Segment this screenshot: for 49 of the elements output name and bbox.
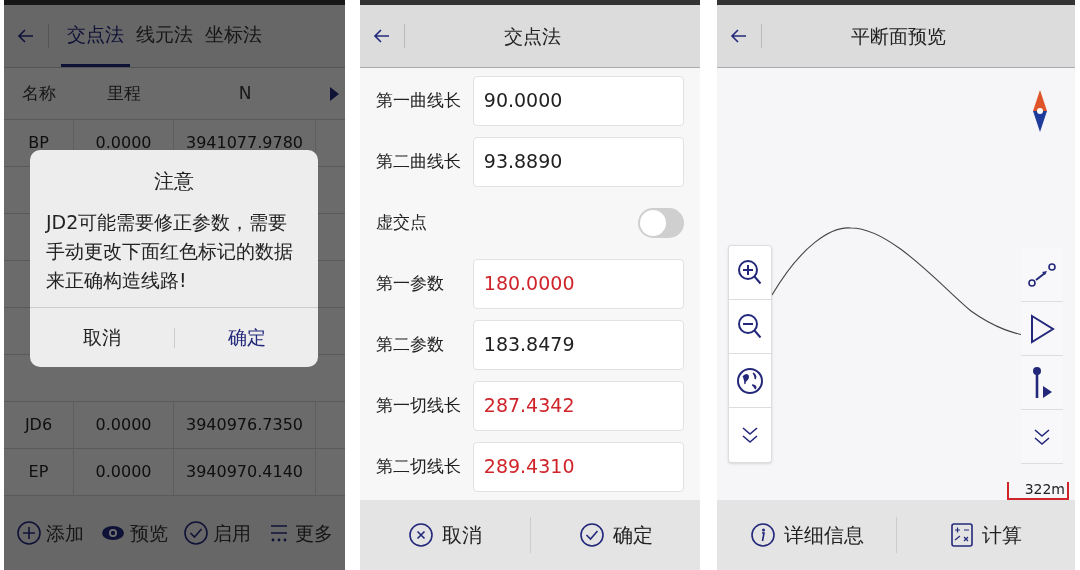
- info-icon: [749, 522, 776, 548]
- dialog-message: JD2可能需要修正参数，需要手动更改下面红色标记的数据来正确构造线路!: [44, 210, 294, 293]
- toggle-switch[interactable]: [638, 207, 684, 238]
- tab[interactable]: 线元法: [130, 5, 199, 67]
- table-cell: 3940976.7350: [174, 402, 316, 448]
- check-circle-icon: [578, 522, 605, 548]
- field-label: 第二参数: [376, 332, 445, 356]
- screen-title: 交点法: [503, 23, 562, 49]
- table-cell: 0.0000: [74, 402, 174, 448]
- action-button[interactable]: 详细信息: [717, 520, 896, 550]
- table-cell: 0.0000: [74, 449, 174, 495]
- action-button[interactable]: 计算: [897, 520, 1075, 550]
- field-label: 第二切线长: [376, 454, 462, 478]
- toolbar-button[interactable]: 更多: [267, 518, 334, 548]
- field-label: 虚交点: [376, 210, 427, 234]
- toolbar-button[interactable]: 启用: [183, 518, 252, 548]
- field-label: 第一参数: [376, 271, 445, 295]
- compass-icon: [1033, 90, 1047, 132]
- right-triangle-icon[interactable]: [330, 86, 339, 101]
- scale-label: 322m: [1024, 482, 1066, 498]
- action-button[interactable]: 取消: [360, 520, 530, 550]
- column-header: N: [237, 81, 253, 105]
- check-circle-icon: [183, 520, 210, 546]
- field-label: 第二曲线长: [376, 149, 462, 173]
- action-button[interactable]: 确定: [531, 520, 700, 550]
- field-label: 第一切线长: [376, 393, 462, 417]
- dialog-button[interactable]: 取消: [30, 323, 174, 352]
- eye-icon: [99, 524, 126, 542]
- input-field[interactable]: 93.8890: [472, 136, 684, 187]
- calculator-icon: [950, 522, 974, 548]
- screen-title: 平断面预览: [850, 23, 947, 49]
- column-header: 名称: [21, 81, 57, 105]
- input-field[interactable]: 183.8479: [472, 319, 684, 370]
- close-circle-icon: [408, 522, 434, 548]
- column-header: 里程: [106, 81, 142, 105]
- dialog-title: 注意: [153, 168, 195, 195]
- table-cell: JD6: [4, 402, 74, 448]
- input-field[interactable]: 289.4310: [472, 441, 684, 492]
- tab[interactable]: 坐标法: [199, 5, 268, 67]
- dialog-button[interactable]: 确定: [175, 323, 318, 352]
- input-field[interactable]: 180.0000: [472, 258, 684, 309]
- toolbar-button[interactable]: 预览: [99, 518, 168, 548]
- input-field[interactable]: 287.4342: [472, 380, 684, 431]
- table-cell: EP: [4, 449, 74, 495]
- toolbar-button[interactable]: 添加: [15, 518, 84, 548]
- plus-circle-icon: [15, 520, 42, 546]
- input-field[interactable]: 90.0000: [472, 75, 684, 126]
- field-label: 第一曲线长: [376, 88, 462, 112]
- table-cell: 3940970.4140: [174, 449, 316, 495]
